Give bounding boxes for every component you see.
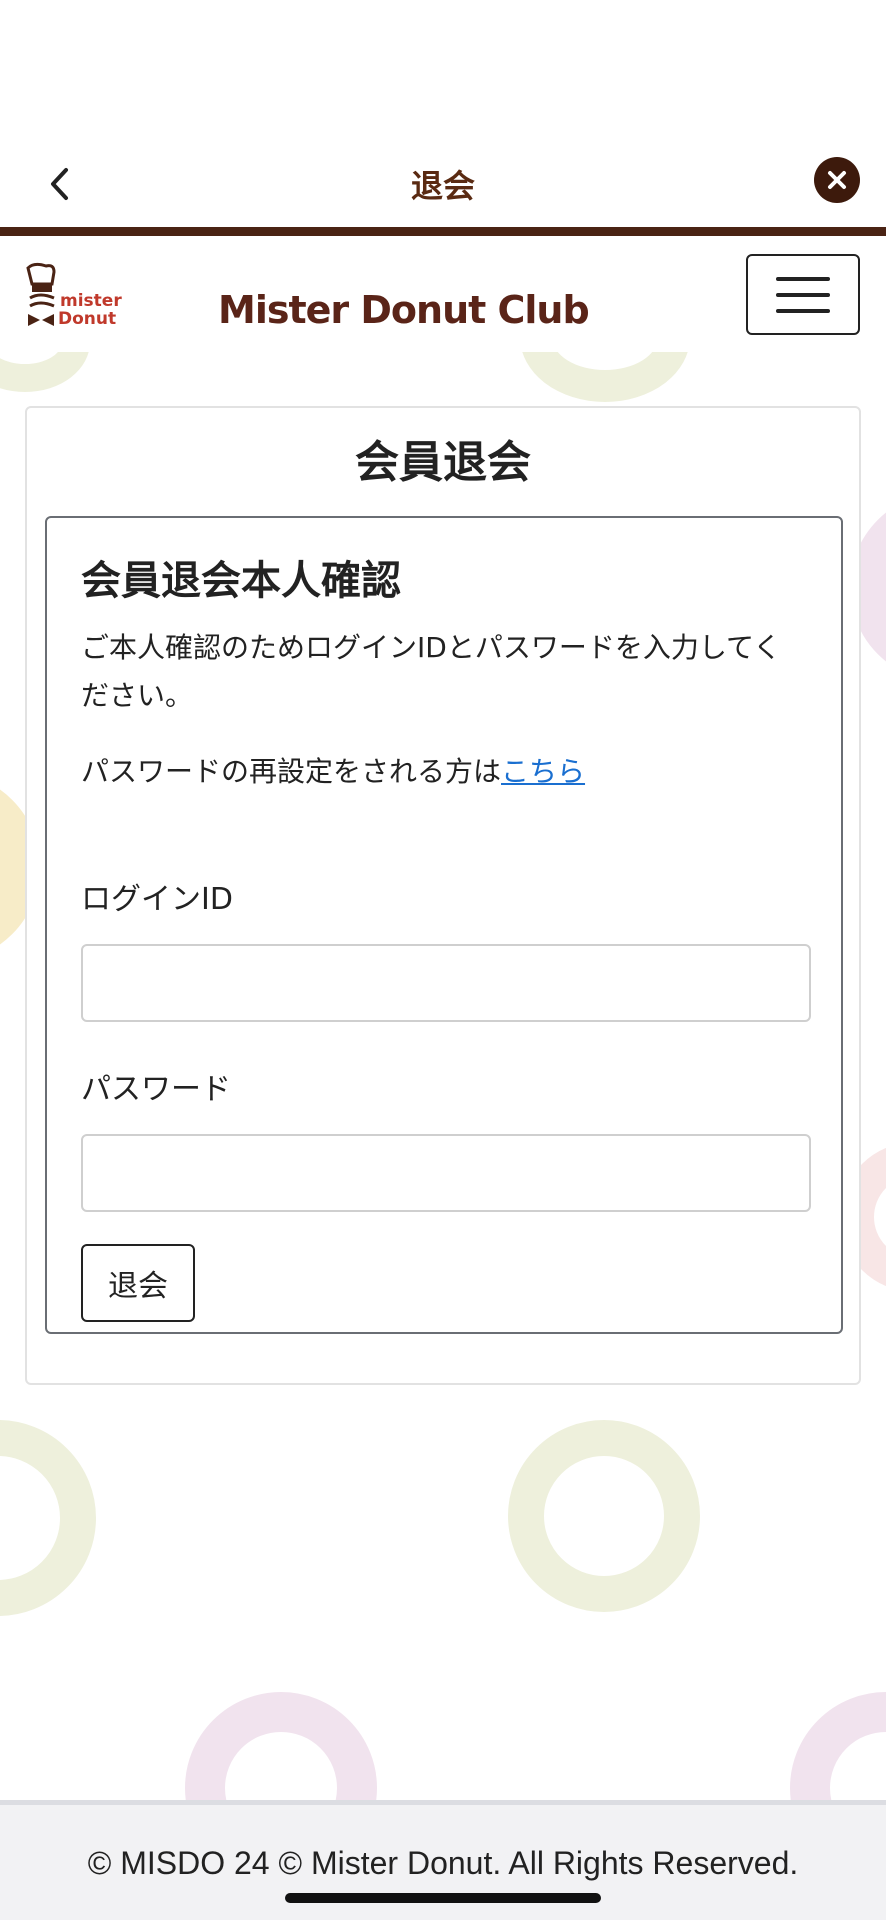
password-label: パスワード: [81, 1072, 231, 1107]
withdrawal-card: 会員退会 会員退会本人確認 ご本人確認のためログインIDとパスワードを入力してく…: [25, 406, 861, 1385]
donut-decoration: [790, 1692, 886, 1800]
menu-icon-line: [776, 308, 830, 313]
section-heading: 会員退会本人確認: [81, 558, 401, 604]
page-title: 会員退会: [355, 437, 531, 488]
withdraw-button[interactable]: 退会: [81, 1244, 195, 1322]
close-icon: [828, 171, 846, 189]
donut-decoration: [0, 352, 90, 392]
nav-title: 退会: [410, 167, 475, 205]
mister-donut-logo[interactable]: mister Donut: [24, 262, 134, 329]
svg-text:mister: mister: [60, 291, 122, 311]
home-indicator[interactable]: [285, 1893, 601, 1903]
close-button[interactable]: [814, 157, 860, 203]
menu-icon-line: [776, 292, 830, 297]
club-name: Mister Donut Club: [218, 288, 590, 332]
svg-text:Donut: Donut: [58, 309, 116, 328]
site-header: mister Donut Mister Donut Club: [0, 236, 886, 352]
password-reset-link[interactable]: こちら: [501, 755, 585, 788]
login-id-label: ログインID: [81, 882, 233, 917]
status-bar: [0, 0, 886, 140]
back-button[interactable]: [40, 160, 80, 208]
donut-decoration: [0, 1420, 96, 1616]
chevron-left-icon: [51, 168, 68, 200]
password-reset-prefix: パスワードの再設定をされる方は: [81, 755, 502, 788]
copyright-text: © MISDO 24 © Mister Donut. All Rights Re…: [87, 1845, 799, 1881]
password-reset-text: パスワードの再設定をされる方はこちら: [81, 748, 807, 796]
donut-decoration: [508, 1420, 700, 1612]
top-navigation-bar: 退会: [0, 140, 886, 228]
instruction-text: ご本人確認のためログインIDとパスワードを入力してください。: [81, 631, 782, 712]
identity-confirmation-panel: 会員退会本人確認 ご本人確認のためログインIDとパスワードを入力してください。 …: [45, 516, 843, 1334]
donut-decoration: [520, 352, 690, 402]
menu-button[interactable]: [746, 254, 860, 335]
donut-decoration: [185, 1692, 377, 1800]
menu-icon-line: [776, 276, 830, 281]
login-id-input[interactable]: [81, 944, 811, 1022]
nav-divider: [0, 227, 886, 236]
password-input[interactable]: [81, 1134, 811, 1212]
